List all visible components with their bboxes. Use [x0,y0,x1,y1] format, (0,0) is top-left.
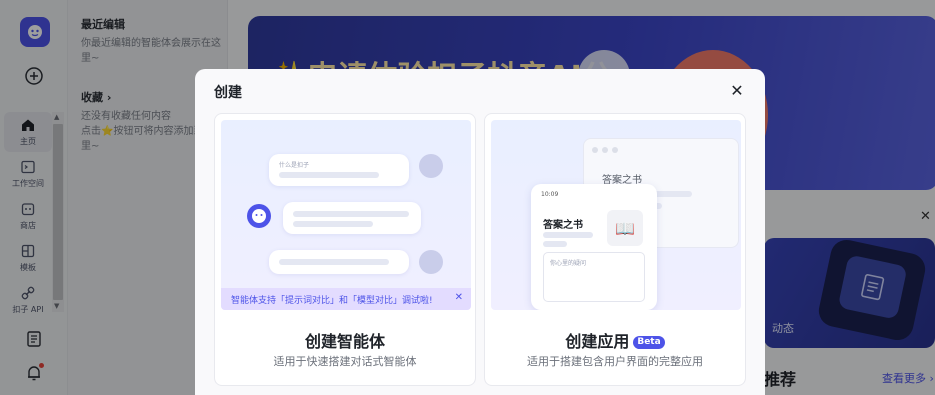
phone-input: 你心里的疑问 [543,252,645,302]
user-avatar-2 [419,250,443,274]
phone-time: 10:09 [541,191,559,198]
create-agent-title: 创建智能体 [304,332,385,351]
user-bubble: 什么是扣子 [269,154,409,186]
tip-close-icon[interactable]: ✕ [455,292,463,303]
create-app-desc: 适用于搭建包含用户界面的完整应用 [527,355,703,368]
tip-text: 智能体支持「提示词对比」和「模型对比」调试啦! [231,295,433,306]
user-avatar [419,154,443,178]
create-agent-desc: 适用于快速搭建对话式智能体 [273,355,417,368]
phone-mockup: 10:09 答案之书 📖 你心里的疑问 [531,184,657,310]
book-icon: 📖 [607,210,643,246]
create-agent-card[interactable]: 什么是扣子 智能体支持「提示词对比」和「模型对比」调试啦! ✕ 创建智能体 适用… [214,113,476,386]
app-illustration: 答案之书 10:09 答案之书 📖 你心里的疑问 [491,120,741,310]
create-app-title-text: 创建应用 [565,332,630,351]
beta-badge: Beta [633,336,665,349]
bot-avatar [247,204,271,228]
user-bubble-text: 什么是扣子 [279,162,310,169]
agent-illustration: 什么是扣子 智能体支持「提示词对比」和「模型对比」调试啦! ✕ [221,120,471,310]
tip-banner: 智能体支持「提示词对比」和「模型对比」调试啦! ✕ [221,288,471,310]
create-app-card[interactable]: 答案之书 10:09 答案之书 📖 你心里的疑问 创建应用 Beta 适用于搭建包… [484,113,746,386]
phone-title: 答案之书 [543,220,583,231]
bot-bubble [283,202,421,234]
create-app-title: 创建应用 Beta [485,328,745,352]
modal-title: 创建 [214,85,242,101]
create-modal: 创建 ✕ 什么是扣子 智能体支持「提示词对比」和「模型对比」调试啦! ✕ 创建智… [195,69,765,395]
phone-input-placeholder: 你心里的疑问 [550,260,587,267]
close-icon[interactable]: ✕ [728,81,746,100]
user-bubble-2 [269,250,409,274]
